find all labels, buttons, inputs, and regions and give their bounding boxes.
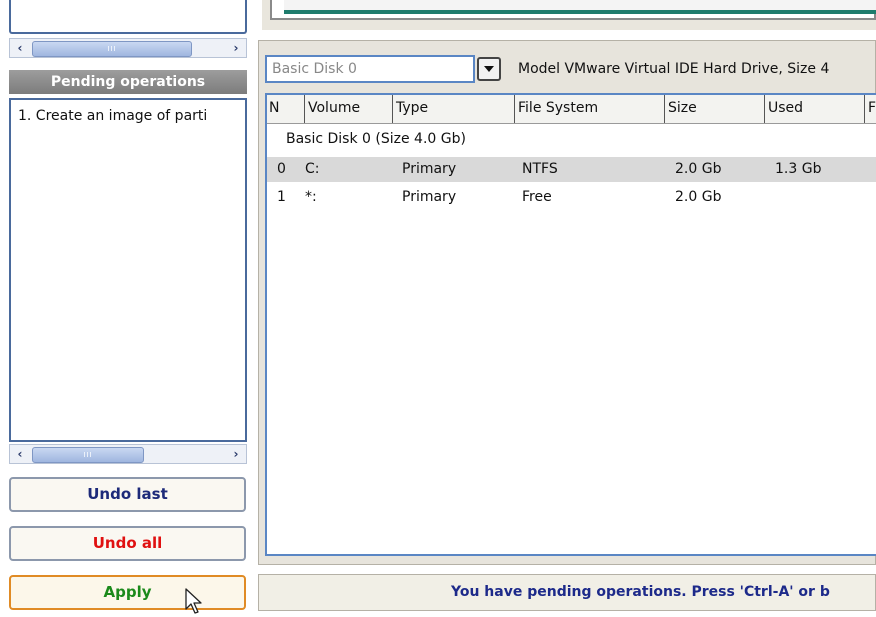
- table-row[interactable]: 1 *: Primary Free 2.0 Gb: [267, 185, 876, 210]
- pending-horizontal-scrollbar[interactable]: ‹ III ›: [9, 444, 247, 464]
- row-used: 1.3 Gb: [775, 161, 822, 177]
- row-volume: C:: [305, 161, 320, 177]
- row-file-system: NTFS: [522, 161, 558, 177]
- undo-all-button[interactable]: Undo all: [9, 526, 246, 561]
- partition-table[interactable]: N Volume Type File System Size Used F Ba…: [265, 93, 876, 556]
- pending-operation-item[interactable]: 1. Create an image of parti: [11, 100, 245, 124]
- disk-dropdown-button[interactable]: [477, 57, 501, 81]
- table-header: N Volume Type File System Size Used F: [267, 95, 876, 124]
- row-number: 0: [277, 161, 286, 177]
- scroll-thumb[interactable]: III: [32, 447, 144, 463]
- chevron-left-icon[interactable]: ‹: [12, 446, 28, 462]
- status-bar-message: You have pending operations. Press 'Ctrl…: [258, 574, 876, 611]
- row-size: 2.0 Gb: [675, 189, 722, 205]
- disk-map-bar[interactable]: [284, 0, 876, 14]
- column-header-type[interactable]: Type: [392, 95, 514, 123]
- row-file-system: Free: [522, 189, 552, 205]
- column-header-size[interactable]: Size: [664, 95, 764, 123]
- chevron-left-icon[interactable]: ‹: [12, 40, 28, 56]
- column-header-used[interactable]: Used: [764, 95, 864, 123]
- disk-group-label: Basic Disk 0 (Size 4.0 Gb): [286, 131, 466, 147]
- row-size: 2.0 Gb: [675, 161, 722, 177]
- row-type: Primary: [402, 189, 457, 205]
- partition-tree-box: [9, 0, 247, 34]
- column-header-n[interactable]: N: [267, 95, 304, 123]
- chevron-right-icon[interactable]: ›: [228, 40, 244, 56]
- scroll-thumb[interactable]: III: [32, 41, 192, 57]
- chevron-right-icon[interactable]: ›: [228, 446, 244, 462]
- row-number: 1: [277, 189, 286, 205]
- top-horizontal-scrollbar[interactable]: ‹ III ›: [9, 38, 247, 58]
- column-header-free[interactable]: F: [864, 95, 876, 123]
- table-row[interactable]: 0 C: Primary NTFS 2.0 Gb 1.3 Gb: [267, 157, 876, 182]
- row-type: Primary: [402, 161, 457, 177]
- apply-button[interactable]: Apply: [9, 575, 246, 610]
- row-volume: *:: [305, 189, 317, 205]
- mouse-pointer-icon: [185, 588, 202, 614]
- undo-last-button[interactable]: Undo last: [9, 477, 246, 512]
- column-header-volume[interactable]: Volume: [304, 95, 392, 123]
- column-header-file-system[interactable]: File System: [514, 95, 664, 123]
- pending-operations-title: Pending operations: [9, 70, 247, 94]
- disk-select[interactable]: Basic Disk 0: [265, 55, 475, 83]
- triangle-down-icon: [484, 66, 494, 72]
- pending-operations-list[interactable]: 1. Create an image of parti: [9, 98, 247, 442]
- disk-model-label: Model VMware Virtual IDE Hard Drive, Siz…: [518, 61, 830, 77]
